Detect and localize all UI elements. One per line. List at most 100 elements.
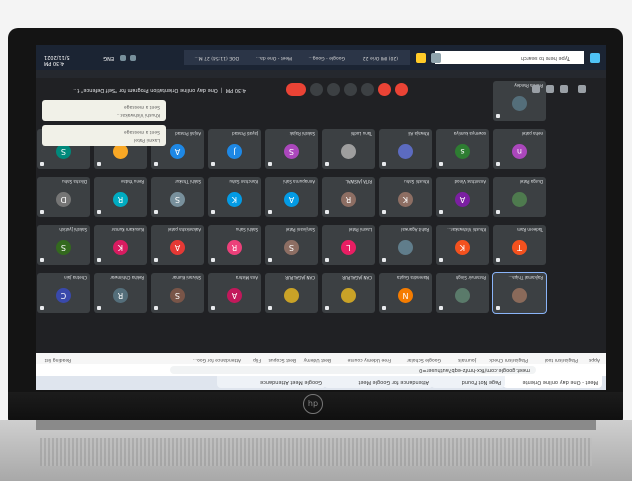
laptop-hinge bbox=[36, 420, 596, 430]
participant-tile[interactable]: K Kanchan Sahu bbox=[208, 177, 261, 217]
bookmark-item[interactable]: Best Scopus bbox=[268, 357, 296, 362]
mic-muted-icon bbox=[496, 162, 500, 166]
bookmark-item[interactable]: Google Scholar bbox=[407, 357, 441, 362]
bookmark-item[interactable]: Plagiarism tool bbox=[545, 357, 578, 362]
participant-tile[interactable]: Paramvir Singh bbox=[436, 273, 489, 313]
participant-tile[interactable]: L Laxmi Patel bbox=[322, 225, 375, 265]
participant-tile[interactable]: A Annapurna Sahi bbox=[265, 177, 318, 217]
participant-name: Khushi Sahu bbox=[404, 179, 429, 184]
chat-icon[interactable] bbox=[546, 85, 554, 93]
present-button[interactable] bbox=[327, 83, 340, 96]
bookmark-item[interactable]: Apps bbox=[589, 357, 600, 362]
browser-tab[interactable]: Page Not Found bbox=[431, 376, 505, 388]
participant-tile[interactable]: J Jayati Prasad bbox=[208, 129, 261, 169]
participant-tile[interactable]: R Sakhi Sahu bbox=[208, 225, 261, 265]
participant-tile[interactable]: K Khushi Sahu bbox=[379, 177, 432, 217]
network-icon[interactable] bbox=[130, 55, 136, 61]
participant-avatar bbox=[512, 192, 527, 207]
camera-button[interactable] bbox=[378, 83, 391, 96]
volume-icon[interactable] bbox=[120, 55, 126, 61]
bookmark-item[interactable]: Attendance for Goo... bbox=[193, 357, 241, 362]
browser-tab[interactable]: Google Meet Attendance bbox=[217, 376, 326, 388]
taskbar-app[interactable]: Google - Goog... bbox=[295, 50, 357, 65]
participant-tile[interactable]: K Kusukam Kumar bbox=[94, 225, 147, 265]
taskbar-app[interactable]: Meet - One da... bbox=[242, 50, 304, 65]
captions-button[interactable] bbox=[361, 83, 374, 96]
participant-name: Khushi Vishwakar... bbox=[447, 227, 486, 232]
participant-tile[interactable]: S Sakshi Jyotish bbox=[37, 225, 90, 265]
participant-tile[interactable]: CAN JAGALPUR bbox=[265, 273, 318, 313]
participant-name: Kanchan Sahu bbox=[229, 179, 258, 184]
url-field[interactable]: meet.google.com/fkx-hmfz-eqb?authuser=0 bbox=[170, 366, 536, 374]
mic-muted-icon bbox=[496, 306, 500, 310]
participant-tile[interactable]: R Rekha Chhimwar bbox=[94, 273, 147, 313]
mic-button[interactable] bbox=[395, 83, 408, 96]
participant-tile[interactable]: A Ana Mishra bbox=[208, 273, 261, 313]
participant-avatar: T bbox=[512, 240, 527, 255]
bookmark-item[interactable]: Best Udemy bbox=[304, 357, 331, 362]
start-icon[interactable] bbox=[590, 53, 600, 63]
participant-tile[interactable]: Rohit Agarwal bbox=[379, 225, 432, 265]
taskbar-app[interactable]: DOE (11:54) 27 M... bbox=[184, 50, 251, 65]
bookmark-item[interactable]: Flip bbox=[253, 357, 261, 362]
taskbar-search[interactable]: Type here to search bbox=[435, 51, 584, 64]
participant-tile[interactable]: N Narendra Gupta bbox=[379, 273, 432, 313]
participant-tile[interactable]: S Sakhi Thakur bbox=[151, 177, 204, 217]
mic-muted-icon bbox=[325, 306, 329, 310]
participant-tile[interactable]: s sowmya kumiya bbox=[436, 129, 489, 169]
chat-notification[interactable]: Khushi Vishwakar... Sent a message bbox=[42, 100, 166, 121]
people-icon[interactable] bbox=[560, 85, 568, 93]
browser-tab[interactable]: Meet - One day online Oriente bbox=[503, 376, 602, 388]
participant-tile[interactable]: S Sakshi Rajak bbox=[265, 129, 318, 169]
participant-tile[interactable]: CAN JAGALPUR bbox=[322, 273, 375, 313]
participant-tile[interactable]: Durga Patel bbox=[493, 177, 546, 217]
participant-tile[interactable]: R RITA JAISWAL bbox=[322, 177, 375, 217]
bookmark-item[interactable]: Journals bbox=[458, 357, 476, 362]
participant-tile[interactable]: S Sanjivani Patel bbox=[265, 225, 318, 265]
end-call-button[interactable] bbox=[286, 83, 306, 96]
mic-muted-icon bbox=[439, 210, 443, 214]
task-view-icon[interactable] bbox=[431, 53, 441, 63]
participant-tile[interactable]: A Aakanksha patel bbox=[151, 225, 204, 265]
raise-hand-button[interactable] bbox=[344, 83, 357, 96]
more-options-button[interactable] bbox=[310, 83, 323, 96]
mic-muted-icon bbox=[496, 210, 500, 214]
participant-avatar bbox=[284, 288, 299, 303]
participant-tile[interactable]: Rajkamal Thipa... bbox=[492, 272, 547, 314]
taskbar-clock[interactable]: 4:30 PM 5/11/2021 bbox=[44, 54, 70, 66]
language-indicator[interactable]: ENG bbox=[103, 55, 114, 61]
bookmark-item[interactable]: Free Udemy course bbox=[348, 357, 391, 362]
participant-tile[interactable]: n neha patel bbox=[493, 129, 546, 169]
taskbar-app[interactable]: (20) IMI Orie 22 bbox=[348, 50, 410, 65]
notification-text: Sent a message bbox=[123, 129, 160, 134]
participant-tile[interactable]: R Renu Yadav bbox=[94, 177, 147, 217]
participant-tile[interactable]: Tanu Lodhi bbox=[322, 129, 375, 169]
participant-tile[interactable]: C Chetna Jain bbox=[37, 273, 90, 313]
chat-notification[interactable]: Laxmi Patel Sent a message bbox=[42, 125, 166, 146]
participant-name: Renu Yadav bbox=[120, 179, 144, 184]
participant-name: Sakhi Sahu bbox=[235, 227, 258, 232]
mic-muted-icon bbox=[439, 258, 443, 262]
meeting-time: 4:30 PM bbox=[225, 87, 246, 93]
participant-tile[interactable]: Khwaja Ali bbox=[379, 129, 432, 169]
bookmark-item[interactable]: Plagiarism Check bbox=[489, 357, 528, 362]
browser-tab[interactable]: Attendance for Google Meet bbox=[324, 376, 433, 388]
participant-avatar: S bbox=[284, 144, 299, 159]
mic-muted-icon bbox=[268, 258, 272, 262]
participant-avatar: S bbox=[170, 288, 185, 303]
participant-tile[interactable]: T Tadeem Ram bbox=[493, 225, 546, 265]
windows-taskbar: Type here to search (20) IMI Orie 22 Goo… bbox=[36, 45, 606, 70]
participant-avatar: K bbox=[455, 240, 470, 255]
info-icon[interactable] bbox=[578, 85, 586, 93]
participant-tile[interactable]: D Diksha Sahu bbox=[37, 177, 90, 217]
file-explorer-icon[interactable] bbox=[416, 53, 426, 63]
participant-tile[interactable]: S Shivani Kumar bbox=[151, 273, 204, 313]
bookmark-item[interactable]: Reading list bbox=[45, 357, 71, 362]
participant-tile[interactable]: A Ananthas Vinod bbox=[436, 177, 489, 217]
participant-avatar: N bbox=[398, 288, 413, 303]
participant-tile[interactable]: K Khushi Vishwakar... bbox=[436, 225, 489, 265]
mic-muted-icon bbox=[325, 162, 329, 166]
activities-icon[interactable] bbox=[532, 85, 540, 93]
participant-avatar: L bbox=[341, 240, 356, 255]
bookmarks-bar: Apps Plagiarism tool Plagiarism Check Jo… bbox=[36, 352, 606, 364]
